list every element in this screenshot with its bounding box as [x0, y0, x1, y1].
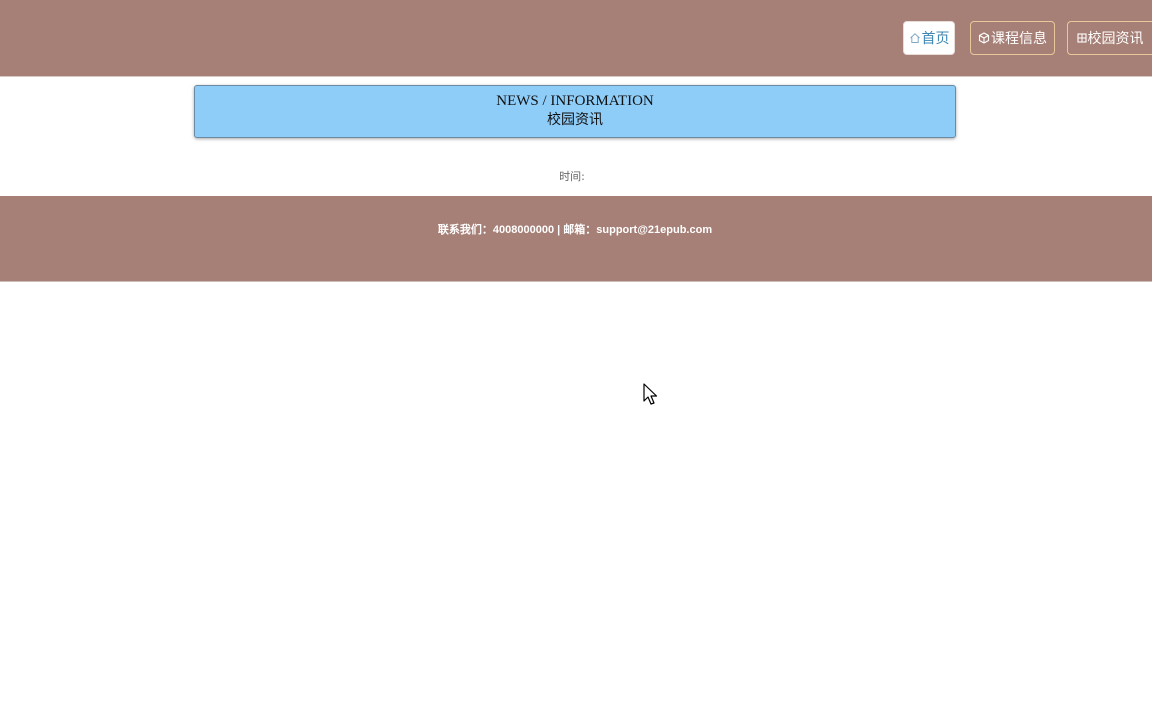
- header-bar: 首页 课程信息 校园资讯: [0, 0, 1152, 77]
- box-icon: [978, 32, 990, 44]
- mouse-cursor-icon: [643, 383, 658, 405]
- nav-news-label: 校园资讯: [1087, 31, 1144, 47]
- section-banner: NEWS / INFORMATION 校园资讯: [194, 85, 956, 138]
- home-icon: [909, 32, 921, 44]
- nav-home-label: 首页: [921, 31, 950, 47]
- banner-title-cn: 校园资讯: [547, 112, 603, 128]
- nav-news-button[interactable]: 校园资讯: [1067, 21, 1152, 55]
- footer-bar: 联系我们：4008000000 | 邮箱：support@21epub.com: [0, 196, 1152, 282]
- grid-icon: [1076, 33, 1087, 43]
- nav-course-label: 课程信息: [991, 31, 1047, 47]
- nav-course-button[interactable]: 课程信息: [970, 21, 1055, 55]
- footer-contact-text: 联系我们：4008000000 | 邮箱：support@21epub.com: [437, 224, 713, 236]
- banner-title-en: NEWS / INFORMATION: [496, 93, 654, 109]
- article-time-label: 时间:: [559, 170, 585, 183]
- nav-home-button[interactable]: 首页: [903, 21, 955, 55]
